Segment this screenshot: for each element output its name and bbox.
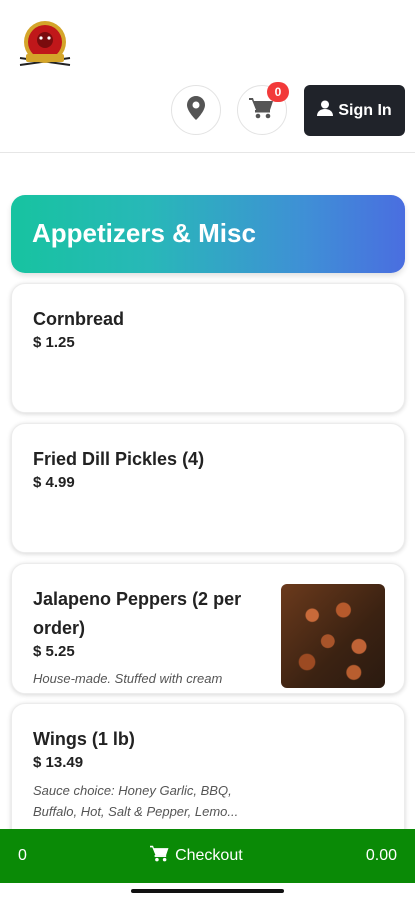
item-name-line2: order) [33,618,86,638]
restaurant-logo[interactable] [16,18,74,72]
cart-icon [150,845,170,867]
item-price: $ 13.49 [33,754,84,771]
map-pin-icon [187,95,205,125]
item-name-line1: Jalapeno Peppers (2 per [33,589,242,609]
item-description: House-made. Stuffed with cream [33,671,223,686]
category-header: Appetizers & Misc [11,195,405,273]
cart-item-count: 0 [18,847,27,864]
checkout-button[interactable]: Checkout [150,845,243,867]
item-name: Cornbread [33,309,125,329]
cart-button[interactable]: 0 [237,82,289,135]
item-price: $ 5.25 [33,643,75,660]
menu-item-card[interactable]: Cornbread $ 1.25 [11,283,405,413]
cart-count-badge: 0 [267,82,289,102]
menu-item-card[interactable]: Fried Dill Pickles (4) $ 4.99 [11,423,405,553]
item-name: Wings (1 lb) [33,729,135,749]
sign-in-label: Sign In [338,101,392,119]
item-price: $ 4.99 [33,474,75,491]
menu-item-card[interactable]: Wings (1 lb) $ 13.49 Sauce choice: Honey… [11,703,405,843]
sign-in-button[interactable]: Sign In [304,85,405,136]
item-name: Fried Dill Pickles (4) [33,449,205,469]
checkout-bar[interactable]: 0 Checkout 0.00 [0,829,415,883]
home-indicator[interactable] [131,889,284,893]
category-title: Appetizers & Misc [32,218,256,248]
user-icon [317,100,334,121]
app-header: 0 Sign In [0,0,415,153]
item-description-line2: Buffalo, Hot, Salt & Pepper, Lemo... [33,804,239,819]
item-description-line1: Sauce choice: Honey Garlic, BBQ, [33,783,232,798]
item-price: $ 1.25 [33,334,75,351]
checkout-label: Checkout [175,847,243,864]
location-button[interactable] [171,85,221,135]
jalapeno-peppers-photo [281,584,385,688]
cart-total: 0.00 [365,847,397,864]
menu-item-card[interactable]: Jalapeno Peppers (2 per order) $ 5.25 Ho… [11,563,405,694]
